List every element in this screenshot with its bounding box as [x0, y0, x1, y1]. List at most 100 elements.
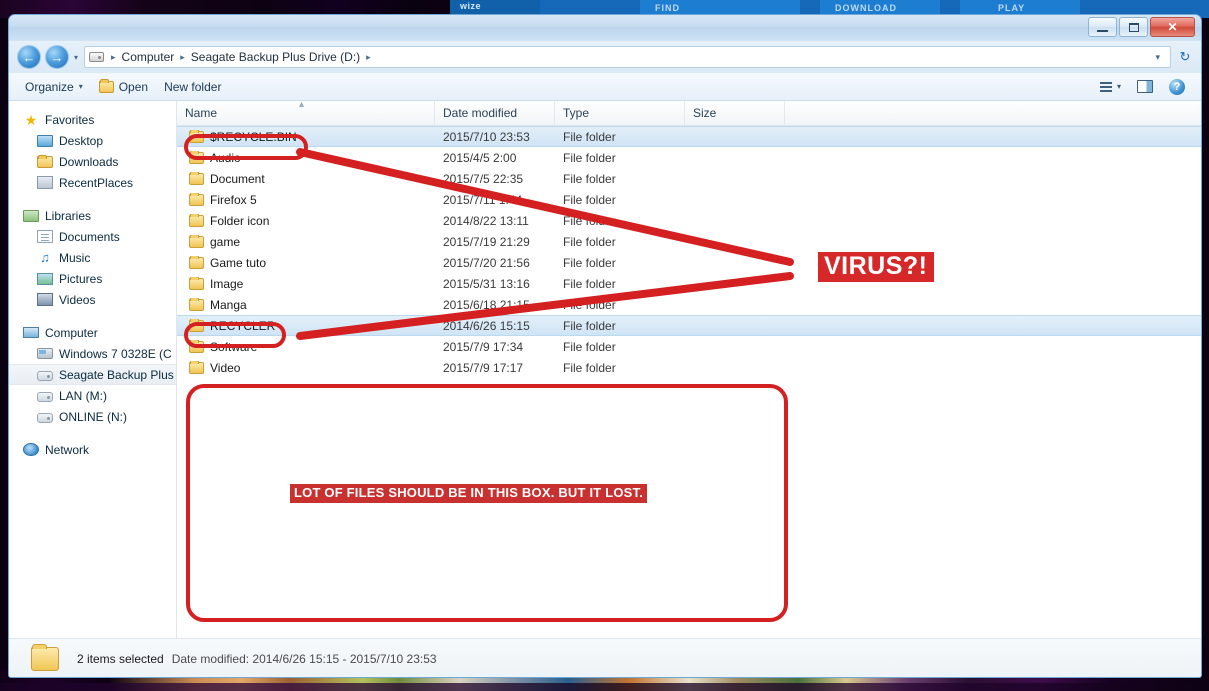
folder-icon: [37, 154, 53, 168]
window-controls: ✕: [1088, 17, 1195, 37]
folder-icon: [189, 129, 204, 143]
file-name-label: Manga: [210, 297, 247, 312]
table-row[interactable]: Audio 2015/4/5 2:00 File folder: [177, 147, 1201, 168]
sidebar-item-lan-drive[interactable]: LAN (M:): [9, 385, 176, 406]
background-bottom-strip: [0, 683, 1209, 691]
sidebar-item-videos[interactable]: Videos: [9, 289, 176, 310]
sidebar-item-music[interactable]: ♫ Music: [9, 247, 176, 268]
new-folder-label: New folder: [164, 79, 222, 94]
refresh-icon: ↻: [1179, 49, 1191, 64]
sidebar-item-recentplaces[interactable]: RecentPlaces: [9, 172, 176, 193]
organize-button[interactable]: Organize ▾: [17, 78, 91, 96]
folder-icon: [189, 318, 204, 332]
file-row-date-modified: 2014/6/26 15:15: [443, 318, 530, 333]
sidebar-item-windows-c-drive[interactable]: Windows 7 0328E (C: [9, 343, 176, 364]
new-folder-button[interactable]: New folder: [156, 78, 229, 96]
desktop-icon: [37, 134, 53, 147]
table-row[interactable]: Image 2015/5/31 13:16 File folder: [177, 273, 1201, 294]
table-row[interactable]: Document 2015/7/5 22:35 File folder: [177, 168, 1201, 189]
sidebar-item-downloads[interactable]: Downloads: [9, 151, 176, 172]
file-row-date-modified: 2015/5/31 13:16: [443, 276, 530, 291]
sidebar-label-lan-drive: LAN (M:): [59, 388, 107, 403]
file-name-label: $RECYCLE.BIN: [210, 129, 297, 144]
sidebar-item-documents[interactable]: Documents: [9, 226, 176, 247]
table-row[interactable]: Video 2015/7/9 17:17 File folder: [177, 357, 1201, 378]
background-nav-play: PLAY: [998, 3, 1026, 13]
column-header-name[interactable]: Name ▴: [177, 99, 435, 125]
forward-arrow-icon: →: [50, 49, 64, 65]
history-dropdown-icon[interactable]: ▾: [74, 53, 78, 62]
window-title-bar[interactable]: ✕: [9, 15, 1201, 41]
sidebar-label-music: Music: [59, 250, 91, 265]
folder-icon: [189, 213, 204, 227]
table-row[interactable]: Firefox 5 2015/7/11 1:44 File folder: [177, 189, 1201, 210]
file-name-label: Image: [210, 276, 244, 291]
drive-icon: [37, 370, 53, 381]
table-row[interactable]: Folder icon 2014/8/22 13:11 File folder: [177, 210, 1201, 231]
table-row[interactable]: $RECYCLE.BIN 2015/7/10 23:53 File folder: [177, 126, 1201, 147]
folder-icon: [189, 192, 204, 206]
nav-group-libraries[interactable]: Libraries: [9, 205, 176, 226]
nav-group-label-computer: Computer: [45, 325, 98, 340]
explorer-body: ★ Favorites Desktop Downloads RecentPlac…: [9, 99, 1201, 638]
background-nav-find: FIND: [655, 3, 680, 13]
file-row-date-modified: 2015/7/5 22:35: [443, 171, 524, 186]
open-button[interactable]: Open: [91, 78, 156, 96]
help-button[interactable]: ?: [1161, 77, 1193, 97]
file-row-type: File folder: [563, 360, 616, 375]
sidebar-label-seagate-drive: Seagate Backup Plus: [59, 367, 174, 382]
file-row-date-modified: 2015/7/10 23:53: [443, 129, 530, 144]
sidebar-item-pictures[interactable]: Pictures: [9, 268, 176, 289]
windows-explorer-window: ✕ ← → ▾ ▸ Computer ▸ Seagate Backup Plus…: [8, 14, 1202, 678]
table-row[interactable]: RECYCLER 2014/6/26 15:15 File folder: [177, 315, 1201, 336]
file-row-type: File folder: [563, 339, 616, 354]
file-row-type: File folder: [563, 213, 616, 228]
sidebar-label-videos: Videos: [59, 292, 96, 307]
column-header-date-modified[interactable]: Date modified: [435, 101, 555, 125]
network-icon: [23, 443, 39, 456]
sidebar-item-seagate-drive[interactable]: Seagate Backup Plus: [9, 364, 176, 385]
file-row-date-modified: 2015/7/19 21:29: [443, 234, 530, 249]
back-button[interactable]: ←: [17, 45, 41, 69]
breadcrumb-item-seagate-drive[interactable]: Seagate Backup Plus Drive (D:): [189, 50, 362, 64]
address-dropdown-icon[interactable]: ▾: [1153, 52, 1166, 63]
table-row[interactable]: game 2015/7/19 21:29 File folder: [177, 231, 1201, 252]
forward-button[interactable]: →: [45, 45, 69, 69]
maximize-button[interactable]: [1119, 17, 1148, 37]
column-header-size[interactable]: Size: [685, 101, 785, 125]
table-row[interactable]: Software 2015/7/9 17:34 File folder: [177, 336, 1201, 357]
column-header-type[interactable]: Type: [555, 101, 685, 125]
close-button[interactable]: ✕: [1150, 17, 1195, 37]
refresh-button[interactable]: ↻: [1173, 46, 1197, 68]
drive-icon: [37, 412, 53, 423]
table-row[interactable]: Manga 2015/6/18 21:15 File folder: [177, 294, 1201, 315]
navigation-pane[interactable]: ★ Favorites Desktop Downloads RecentPlac…: [9, 101, 177, 638]
folder-icon: [189, 297, 204, 311]
background-site-logo: wize: [460, 1, 482, 11]
table-row[interactable]: Game tuto 2015/7/20 21:56 File folder: [177, 252, 1201, 273]
sidebar-item-network[interactable]: Network: [9, 439, 176, 460]
organize-label: Organize: [25, 79, 74, 94]
command-toolbar: Organize ▾ Open New folder ▾ ?: [9, 73, 1201, 101]
nav-gap-3: [9, 427, 176, 439]
file-row-name: RECYCLER: [177, 318, 435, 333]
sidebar-item-online-drive[interactable]: ONLINE (N:): [9, 406, 176, 427]
sidebar-label-downloads: Downloads: [59, 154, 119, 169]
file-list-pane[interactable]: Name ▴ Date modified Type Size $RECYCLE.…: [177, 99, 1201, 638]
breadcrumb[interactable]: ▸ Computer ▸ Seagate Backup Plus Drive (…: [84, 46, 1171, 68]
file-row-name: Folder icon: [177, 213, 435, 228]
folder-icon: [189, 339, 204, 353]
sidebar-label-recentplaces: RecentPlaces: [59, 175, 134, 190]
file-name-label: Software: [210, 339, 258, 354]
breadcrumb-item-computer[interactable]: Computer: [120, 50, 177, 64]
preview-pane-button[interactable]: [1129, 78, 1161, 95]
computer-icon: [23, 327, 39, 338]
nav-group-computer[interactable]: Computer: [9, 322, 176, 343]
folder-icon: [189, 171, 204, 185]
minimize-button[interactable]: [1088, 17, 1117, 37]
sidebar-item-desktop[interactable]: Desktop: [9, 130, 176, 151]
change-view-button[interactable]: ▾: [1092, 80, 1129, 94]
nav-group-favorites[interactable]: ★ Favorites: [9, 109, 176, 130]
folder-icon: [189, 150, 204, 164]
help-icon: ?: [1169, 78, 1185, 95]
